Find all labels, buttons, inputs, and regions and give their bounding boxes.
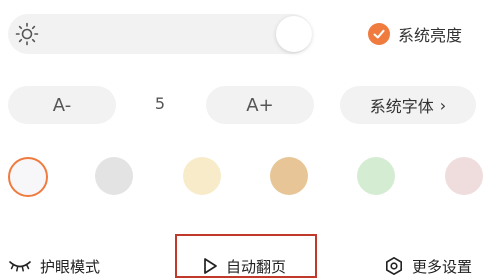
system-font-button[interactable]: 系统字体 › [340,86,476,124]
play-icon [202,257,218,275]
theme-swatch-tan[interactable] [270,157,308,195]
brightness-slider-thumb[interactable] [276,16,312,52]
more-settings-button[interactable]: 更多设置 [384,254,472,278]
font-decrease-label: A- [52,94,72,116]
auto-page-turn-button[interactable]: 自动翻页 [202,254,286,278]
theme-swatch-cream[interactable] [183,157,221,195]
font-size-value: 5 [154,94,166,113]
font-increase-label: A+ [246,94,274,116]
system-brightness-label: 系统亮度 [398,26,463,45]
settings-hexagon-icon [384,256,404,276]
checkbox-checked-icon[interactable] [368,23,390,45]
system-font-label: 系统字体 [369,97,434,116]
font-increase-button[interactable]: A+ [206,86,314,124]
font-decrease-button[interactable]: A- [8,86,116,124]
more-settings-label: 更多设置 [412,257,473,276]
eye-mode-label: 护眼模式 [40,257,101,276]
eye-mode-button[interactable]: 护眼模式 [8,254,100,278]
auto-page-turn-label: 自动翻页 [226,257,287,276]
chevron-right-icon: › [439,95,447,115]
theme-swatch-green[interactable] [357,157,395,195]
system-brightness-toggle[interactable]: 系统亮度 [368,22,462,46]
theme-swatch-white[interactable] [8,157,48,197]
theme-swatch-pink[interactable] [445,157,483,195]
theme-swatch-gray[interactable] [95,157,133,195]
eye-closed-icon [8,258,32,274]
brightness-slider[interactable] [8,14,312,54]
sun-icon [15,22,39,46]
